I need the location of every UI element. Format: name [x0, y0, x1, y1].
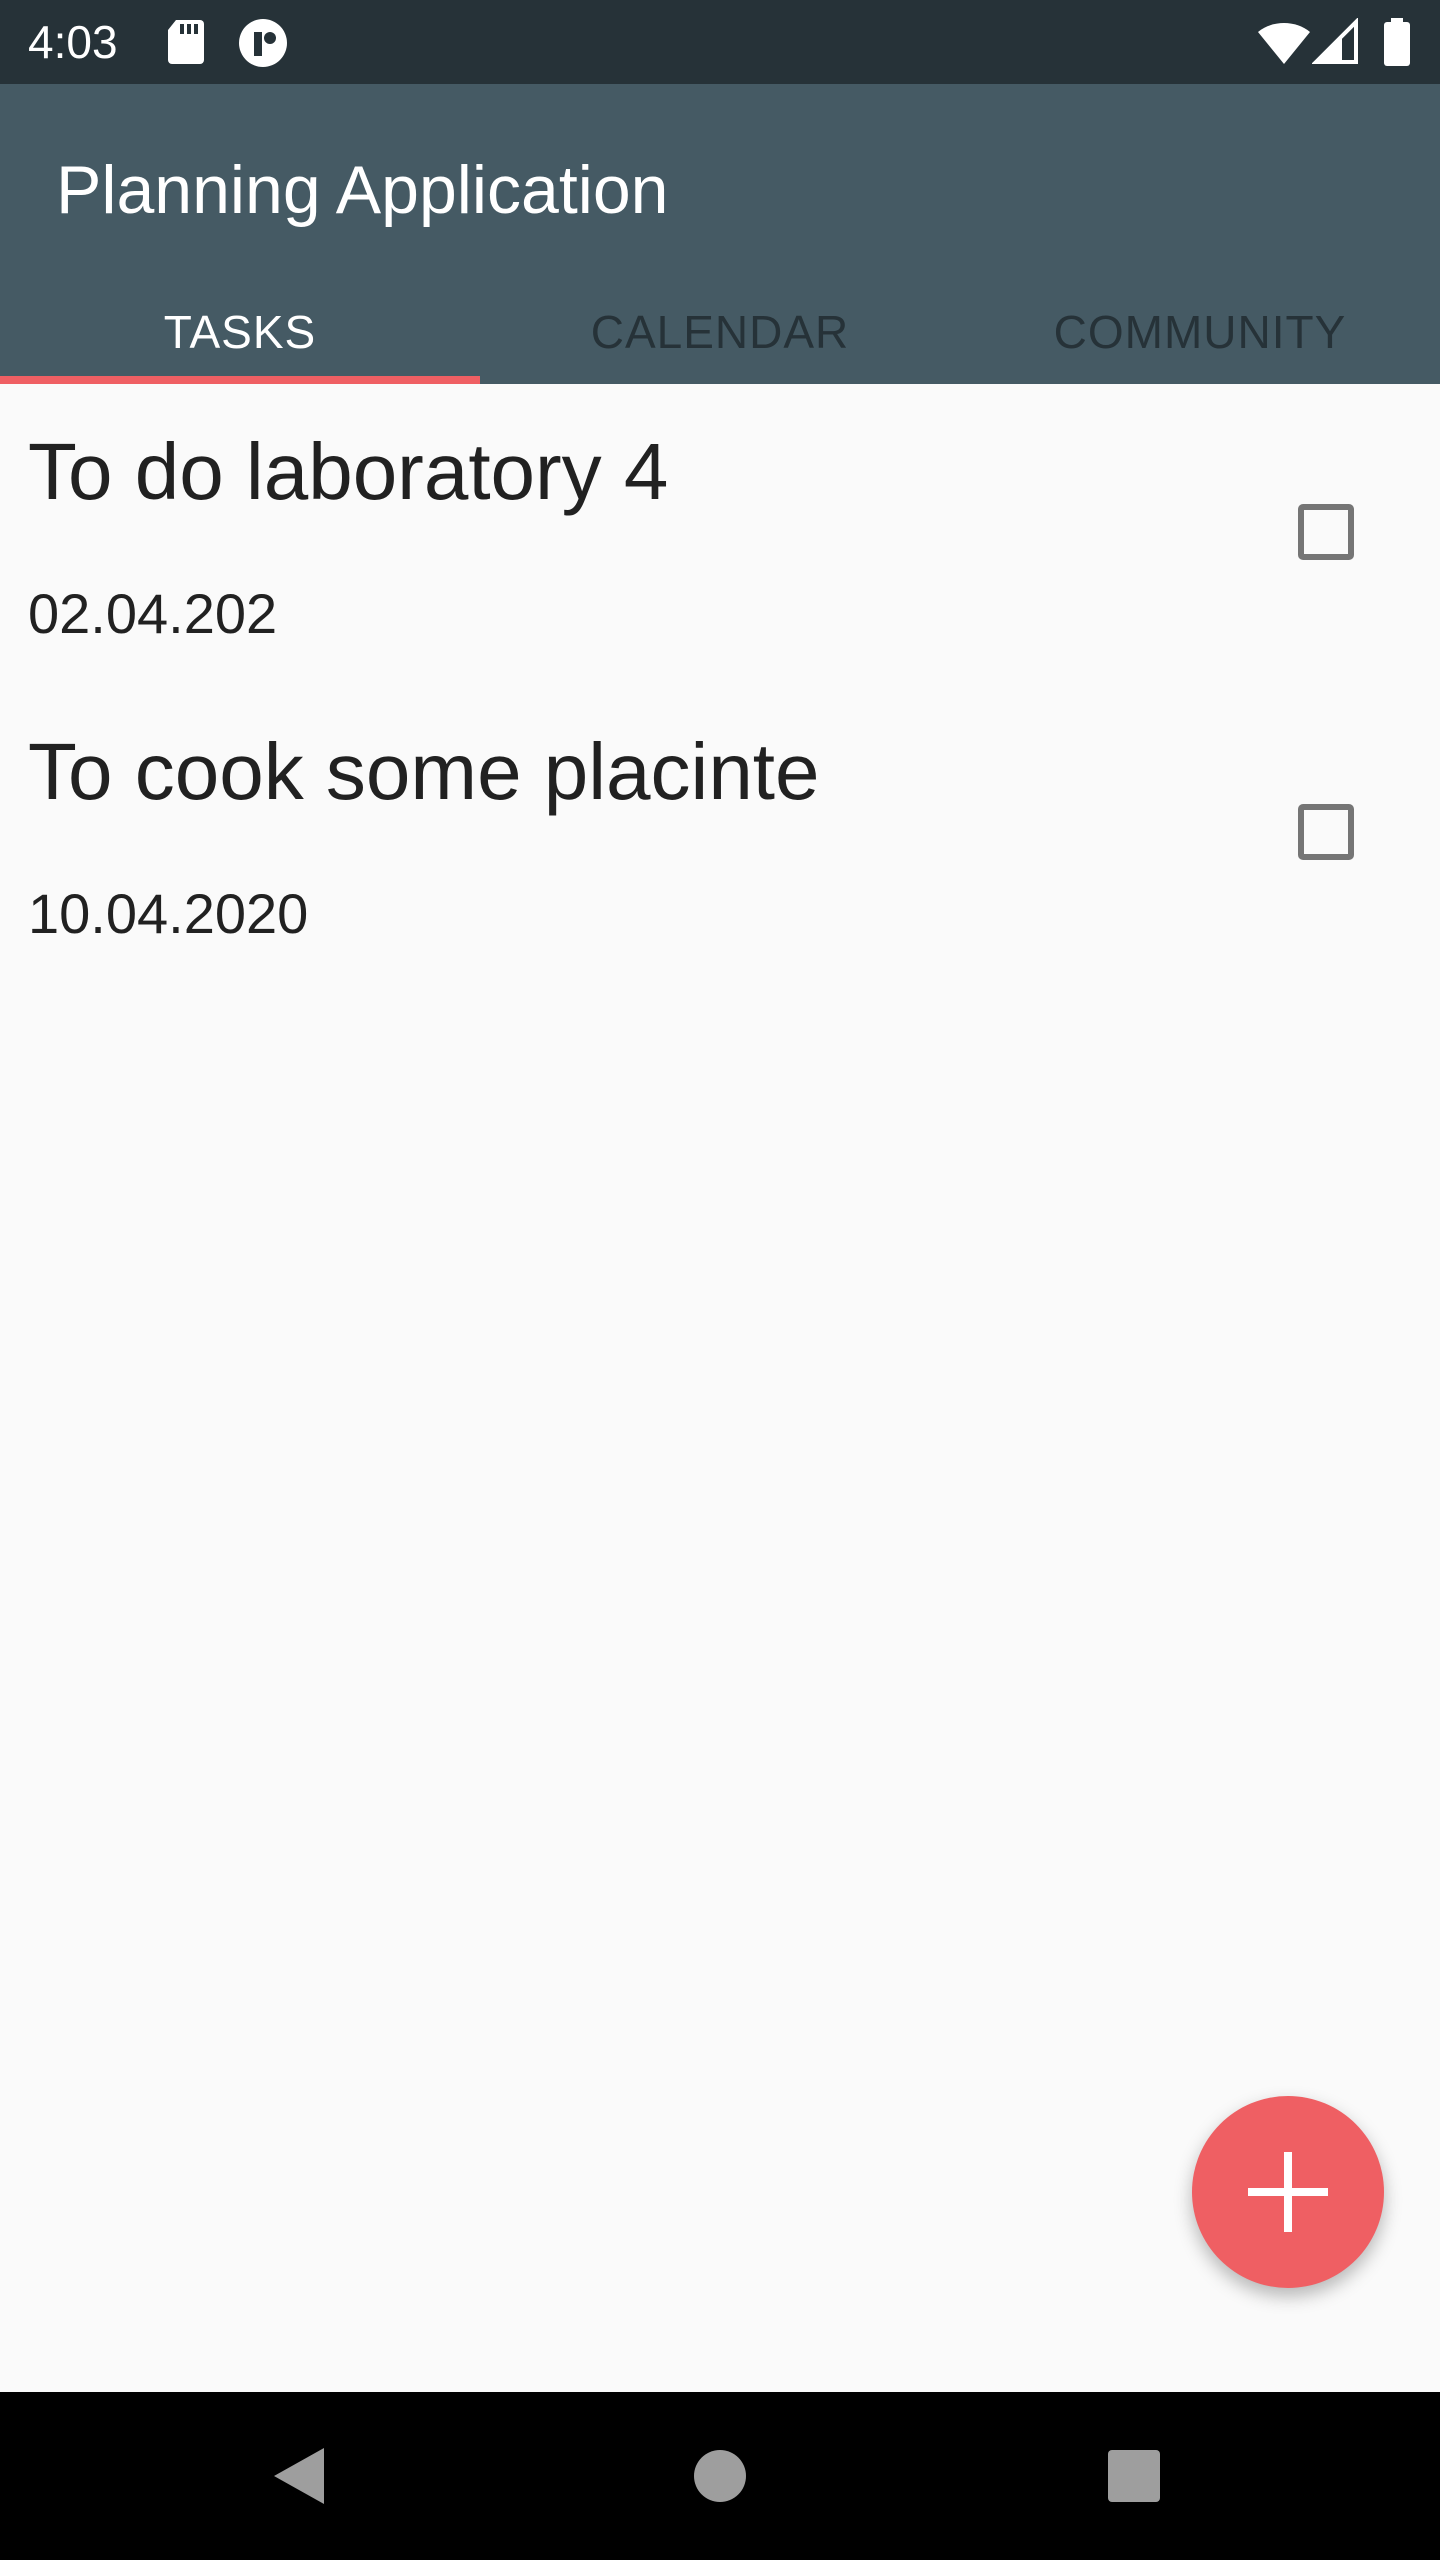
task-list: To do laboratory 4 02.04.202 To cook som… — [0, 384, 1440, 984]
tab-tasks[interactable]: TASKS — [0, 280, 480, 384]
add-icon — [1246, 2150, 1330, 2234]
back-icon — [270, 2444, 330, 2508]
tab-indicator — [0, 376, 480, 384]
tab-calendar-label: CALENDAR — [590, 306, 850, 358]
task-checkbox[interactable] — [1298, 504, 1354, 560]
recents-icon — [1106, 2448, 1162, 2504]
app-bar: Planning Application TASKS CALENDAR COMM… — [0, 84, 1440, 384]
status-bar: 4:03 — [0, 0, 1440, 84]
task-title: To cook some placinte — [28, 727, 820, 816]
sd-card-icon — [166, 18, 216, 66]
task-title: To do laboratory 4 — [28, 427, 669, 516]
planning-app-screen: 4:03 Planning Application TASKS CALENDAR… — [0, 0, 1440, 2560]
tab-calendar[interactable]: CALENDAR — [480, 280, 960, 384]
battery-icon — [1382, 18, 1412, 66]
tab-community[interactable]: COMMUNITY — [960, 280, 1440, 384]
task-date: 02.04.202 — [28, 582, 278, 645]
app-notification-icon — [238, 18, 288, 67]
tab-tasks-label: TASKS — [163, 306, 317, 358]
task-item[interactable]: To do laboratory 4 02.04.202 — [0, 384, 1440, 684]
app-title: Planning Application — [56, 152, 669, 228]
tab-community-label: COMMUNITY — [1053, 306, 1347, 358]
add-task-button[interactable] — [1192, 2096, 1384, 2288]
task-item[interactable]: To cook some placinte 10.04.2020 — [0, 684, 1440, 984]
navigation-bar — [0, 2392, 1440, 2560]
recents-button[interactable] — [1090, 2432, 1178, 2520]
home-button[interactable] — [676, 2432, 764, 2520]
wifi-icon — [1256, 18, 1312, 66]
cellular-signal-icon — [1311, 17, 1360, 66]
home-icon — [692, 2448, 748, 2504]
task-checkbox[interactable] — [1298, 804, 1354, 860]
back-button[interactable] — [256, 2432, 344, 2520]
status-time: 4:03 — [28, 16, 118, 68]
task-date: 10.04.2020 — [28, 882, 309, 945]
tab-bar: TASKS CALENDAR COMMUNITY — [0, 280, 1440, 384]
